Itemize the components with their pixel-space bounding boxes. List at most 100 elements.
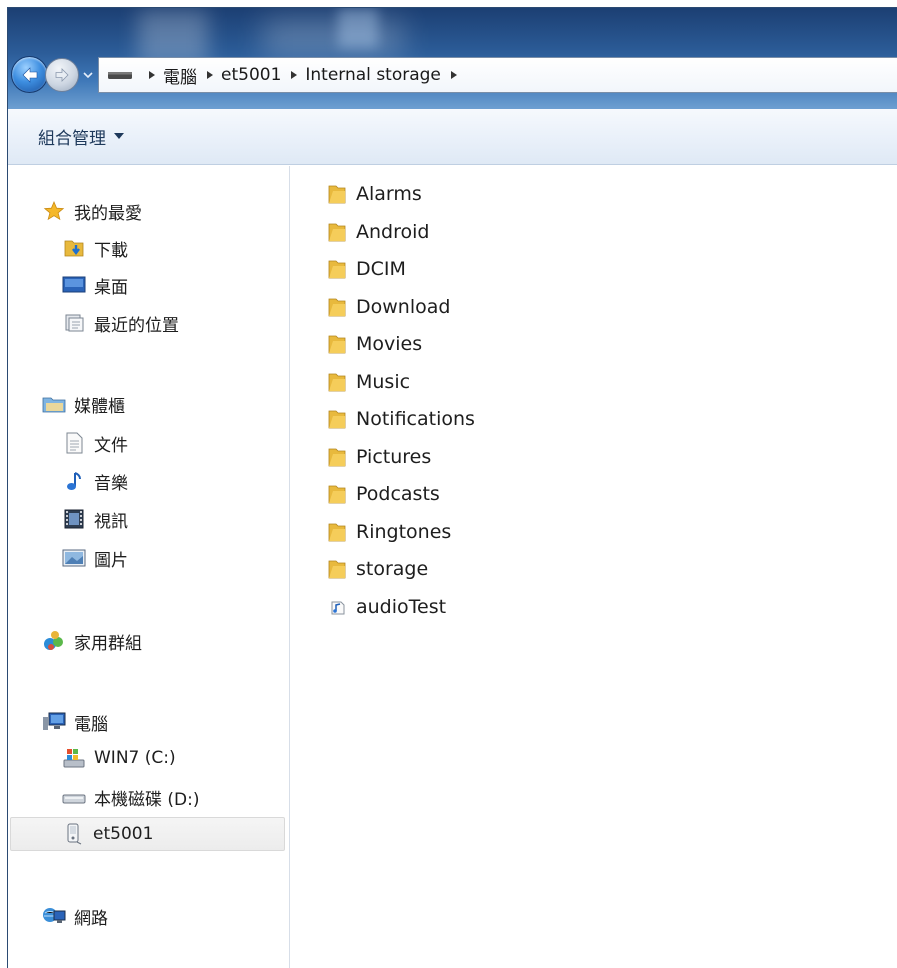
downloads-icon: [62, 236, 86, 260]
explorer-window: 電腦 et5001 Internal storage 組合管理 我的最愛 下載 …: [7, 7, 897, 968]
nav-item-documents[interactable]: 文件: [62, 426, 128, 460]
nav-label: 視訊: [94, 511, 128, 532]
list-item-folder[interactable]: Ringtones: [326, 516, 451, 548]
back-button[interactable]: [11, 56, 48, 93]
list-item-folder[interactable]: Android: [326, 216, 429, 248]
forward-button[interactable]: [45, 58, 79, 92]
folder-icon: [326, 257, 348, 281]
libraries-icon: [42, 392, 66, 416]
recent-pages-chevron-icon[interactable]: [82, 70, 94, 80]
command-bar: 組合管理: [8, 109, 897, 165]
file-name: Pictures: [356, 446, 432, 468]
nav-item-pictures[interactable]: 圖片: [62, 541, 128, 575]
folder-icon: [326, 445, 348, 469]
breadcrumb-arrow-icon[interactable]: [199, 70, 221, 80]
breadcrumb-label[interactable]: 電腦: [163, 63, 199, 88]
nav-label: 本機磁碟 (D:): [94, 789, 200, 810]
nav-label: et5001: [93, 824, 154, 844]
list-item-file[interactable]: audioTest: [326, 591, 446, 623]
music-icon: [62, 469, 86, 493]
file-name: DCIM: [356, 258, 406, 280]
nav-item-downloads[interactable]: 下載: [62, 231, 128, 265]
organize-label: 組合管理: [38, 129, 106, 149]
title-bar: 電腦 et5001 Internal storage: [8, 8, 897, 109]
nav-label: 音樂: [94, 473, 128, 494]
nav-label: 最近的位置: [94, 315, 179, 336]
homegroup-icon: [42, 629, 66, 653]
breadcrumb-device[interactable]: et5001: [199, 58, 283, 92]
list-item-folder[interactable]: Notifications: [326, 403, 475, 435]
folder-icon: [326, 220, 348, 244]
folder-icon: [326, 407, 348, 431]
portable-device-icon: [61, 822, 85, 846]
nav-label: 圖片: [94, 550, 128, 571]
nav-label: 家用群組: [74, 633, 142, 654]
breadcrumb-subfolders[interactable]: [443, 58, 465, 92]
list-item-folder[interactable]: Download: [326, 291, 450, 323]
document-icon: [62, 431, 86, 455]
file-name: Movies: [356, 333, 423, 355]
recent-places-icon: [62, 311, 86, 335]
nav-favorites[interactable]: 我的最愛: [42, 194, 142, 228]
windows-drive-icon: [62, 746, 86, 770]
folder-icon: [326, 482, 348, 506]
nav-label: 媒體櫃: [74, 396, 125, 417]
folder-icon: [326, 182, 348, 206]
removable-device-icon: [99, 58, 141, 92]
star-icon: [42, 199, 66, 223]
file-name: Notifications: [356, 408, 475, 430]
list-item-folder[interactable]: Pictures: [326, 441, 431, 473]
file-name: Music: [356, 371, 411, 393]
organize-button[interactable]: 組合管理: [32, 118, 130, 155]
file-name: Alarms: [356, 183, 422, 205]
list-item-folder[interactable]: DCIM: [326, 253, 406, 285]
hard-drive-icon: [62, 785, 86, 809]
file-name: storage: [356, 558, 429, 580]
nav-homegroup[interactable]: 家用群組: [42, 624, 142, 658]
audio-file-icon: [326, 595, 348, 619]
nav-item-music[interactable]: 音樂: [62, 464, 128, 498]
breadcrumb-label[interactable]: et5001: [221, 65, 283, 85]
computer-icon: [42, 710, 66, 734]
nav-label: 我的最愛: [74, 203, 142, 224]
list-item-folder[interactable]: Movies: [326, 328, 422, 360]
nav-label: 電腦: [74, 714, 108, 735]
nav-item-drive-c[interactable]: WIN7 (C:): [62, 741, 176, 775]
file-name: Android: [356, 221, 430, 243]
desktop-icon: [62, 273, 86, 297]
nav-libraries[interactable]: 媒體櫃: [42, 387, 125, 421]
folder-icon: [326, 370, 348, 394]
nav-item-et5001[interactable]: et5001: [10, 817, 285, 851]
file-name: Download: [356, 296, 451, 318]
file-list: Alarms Android DCIM Download Movies Musi…: [291, 166, 897, 968]
folder-icon: [326, 520, 348, 544]
list-item-folder[interactable]: Alarms: [326, 178, 422, 210]
folder-icon: [326, 295, 348, 319]
list-item-folder[interactable]: storage: [326, 553, 428, 585]
forward-arrow-icon: [55, 68, 69, 82]
nav-network[interactable]: 網路: [42, 899, 108, 933]
address-bar[interactable]: 電腦 et5001 Internal storage: [98, 57, 897, 93]
nav-item-videos[interactable]: 視訊: [62, 502, 128, 536]
list-item-folder[interactable]: Podcasts: [326, 478, 440, 510]
navigation-pane: 我的最愛 下載 桌面 最近的位置 媒體櫃 文件 音樂 視訊 圖片 家用群組 電腦…: [8, 166, 290, 968]
folder-icon: [326, 557, 348, 581]
list-item-folder[interactable]: Music: [326, 366, 410, 398]
breadcrumb-computer[interactable]: 電腦: [141, 58, 199, 92]
breadcrumb-arrow-icon[interactable]: [141, 70, 163, 80]
nav-computer[interactable]: 電腦: [42, 705, 108, 739]
nav-label: WIN7 (C:): [94, 748, 176, 768]
picture-icon: [62, 546, 86, 570]
breadcrumb-arrow-icon[interactable]: [283, 70, 305, 80]
nav-item-desktop[interactable]: 桌面: [62, 268, 128, 302]
file-name: Podcasts: [356, 483, 440, 505]
breadcrumb-internal-storage[interactable]: Internal storage: [283, 58, 443, 92]
nav-item-recent-places[interactable]: 最近的位置: [62, 306, 179, 340]
nav-label: 網路: [74, 908, 108, 929]
network-icon: [42, 904, 66, 928]
nav-item-drive-d[interactable]: 本機磁碟 (D:): [62, 780, 200, 814]
back-arrow-icon: [22, 66, 37, 83]
breadcrumb-label[interactable]: Internal storage: [305, 65, 443, 85]
breadcrumb-arrow-icon[interactable]: [443, 70, 465, 80]
video-icon: [62, 507, 86, 531]
